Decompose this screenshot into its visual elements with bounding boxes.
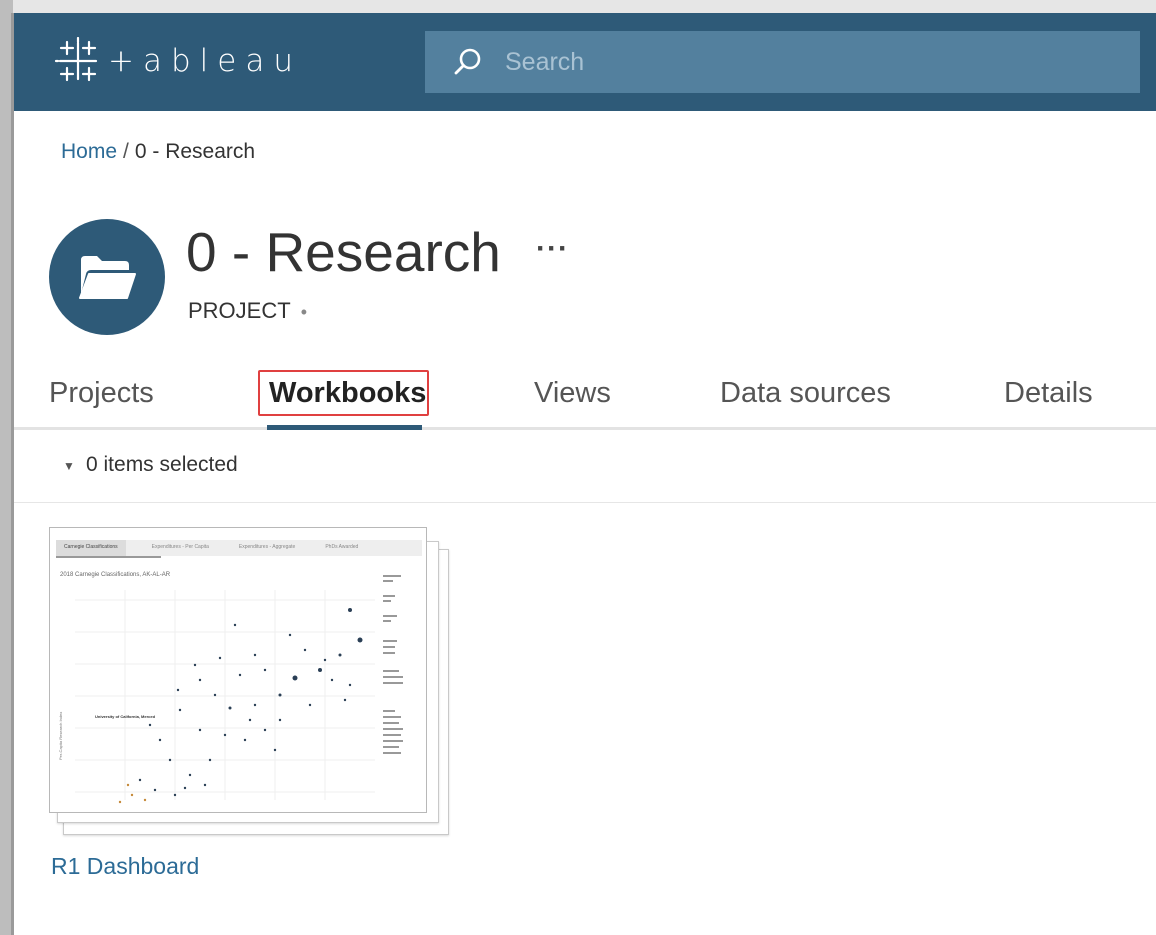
more-actions-button[interactable]: ··· (536, 232, 569, 266)
thumbnail-tab: Expenditures - Per Capita (151, 544, 209, 550)
tableau-logo[interactable]: +ableau (54, 37, 302, 85)
tableau-logo-icon (54, 37, 98, 82)
thumbnail-tab: Carnegie Classifications (56, 540, 126, 556)
thumbnail-scatter-points (138, 608, 363, 797)
thumbnail-scatter-points-orange (118, 783, 147, 804)
selection-bar: ▼ 0 items selected (14, 431, 1156, 503)
thumbnail-tab: PhDs Awarded (325, 544, 359, 550)
breadcrumb: Home /0 - Research (61, 140, 255, 164)
thumbnail-scatter-preview: 2018 Carnegie Classifications, AK-AL-AR … (58, 572, 403, 804)
page-title: 0 - Research (186, 221, 501, 283)
folder-icon (79, 256, 136, 299)
thumbnail-annotation: University of California, Merced (95, 714, 156, 719)
thumbnail-tab-strip: Carnegie Classifications Expenditures - … (56, 540, 422, 556)
tab-highlight-box (258, 370, 429, 416)
thumbnail-legend (383, 575, 403, 754)
tableau-wordmark: +ableau (108, 43, 302, 79)
workbook-card[interactable]: Carnegie Classifications Expenditures - … (49, 527, 451, 837)
top-navigation-bar: +ableau (14, 13, 1156, 111)
project-avatar (49, 219, 165, 335)
thumbnail-y-axis-label: Per-Capita Research Index (58, 712, 63, 760)
content-tabs: Projects Workbooks Views Data sources De… (14, 364, 1156, 430)
search-input[interactable] (505, 47, 1085, 77)
thumbnail-chart-title: 2018 Carnegie Classifications, AK-AL-AR (60, 572, 171, 578)
thumbnail-tab: Expenditures - Aggregate (238, 544, 296, 550)
selection-count[interactable]: 0 items selected (86, 453, 238, 477)
breadcrumb-separator: / (123, 140, 129, 163)
content-type-text: PROJECT (188, 298, 291, 323)
window-frame-top (0, 0, 1156, 13)
workbook-title-link[interactable]: R1 Dashboard (51, 853, 199, 880)
breadcrumb-current: 0 - Research (134, 140, 256, 163)
tab-details[interactable]: Details (1004, 377, 1093, 410)
active-tab-indicator (267, 425, 422, 430)
thumbnail-active-tab-indicator (56, 556, 161, 558)
tab-views[interactable]: Views (534, 377, 611, 410)
selection-dropdown-caret-icon[interactable]: ▼ (63, 459, 75, 473)
content-type-label: PROJECT • (188, 298, 307, 324)
workbook-thumbnail[interactable]: Carnegie Classifications Expenditures - … (49, 527, 427, 813)
type-separator-dot: • (300, 302, 307, 322)
search-box[interactable] (425, 31, 1140, 93)
tab-data-sources[interactable]: Data sources (720, 377, 891, 410)
tab-projects[interactable]: Projects (49, 377, 154, 410)
search-icon (454, 48, 481, 75)
breadcrumb-home-link[interactable]: Home (61, 140, 117, 163)
